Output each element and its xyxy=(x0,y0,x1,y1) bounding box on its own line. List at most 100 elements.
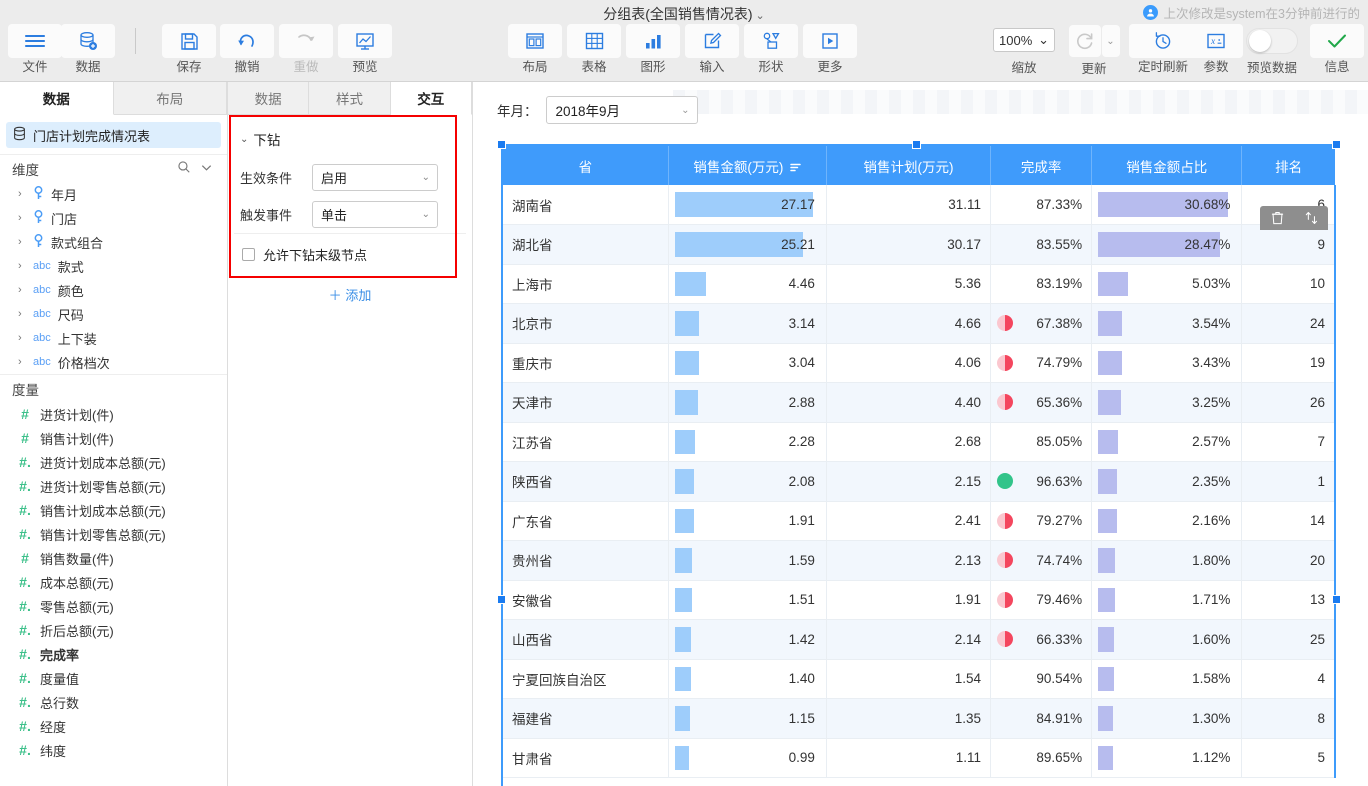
dimension-item[interactable]: ›款式组合 xyxy=(0,230,227,254)
table-row[interactable]: 湖南省27.1731.1187.33%30.68%6 xyxy=(503,185,1335,225)
tab-props-style[interactable]: 样式 xyxy=(309,82,390,115)
dimension-item[interactable]: ›年月 xyxy=(0,182,227,206)
cell-completion-rate[interactable]: 83.55% xyxy=(991,225,1092,265)
cell-province[interactable]: 甘肃省 xyxy=(503,738,668,778)
chevron-right-icon[interactable]: › xyxy=(18,332,26,344)
cell-sales-amount[interactable]: 1.59 xyxy=(668,541,826,581)
cell-completion-rate[interactable]: 79.46% xyxy=(991,580,1092,620)
measure-item[interactable]: #.进货计划成本总额(元) xyxy=(0,450,227,474)
cell-completion-rate[interactable]: 66.33% xyxy=(991,620,1092,660)
cell-sales-amount[interactable]: 3.04 xyxy=(668,343,826,383)
cell-sales-share[interactable]: 1.58% xyxy=(1092,659,1242,699)
allow-drill-leaf-checkbox[interactable]: 允许下钻末级节点 xyxy=(228,234,472,274)
toolbar-file-button[interactable]: 文件 xyxy=(8,24,62,74)
cell-sales-amount[interactable]: 3.14 xyxy=(668,304,826,344)
cell-rank[interactable]: 4 xyxy=(1242,659,1335,699)
measure-item[interactable]: #销售计划(件) xyxy=(0,426,227,450)
cell-sales-plan[interactable]: 4.66 xyxy=(826,304,990,344)
cell-sales-share[interactable]: 1.60% xyxy=(1092,620,1242,660)
cell-rank[interactable]: 14 xyxy=(1242,501,1335,541)
checkbox-icon[interactable] xyxy=(242,248,255,261)
toolbar-shape-button[interactable]: 形状 xyxy=(744,24,798,74)
measure-item[interactable]: #.纬度 xyxy=(0,738,227,762)
measure-item[interactable]: #.零售总额(元) xyxy=(0,594,227,618)
col-sales-amount[interactable]: 销售金额(万元) xyxy=(668,146,826,185)
cell-rank[interactable]: 5 xyxy=(1242,738,1335,778)
cell-sales-amount[interactable]: 1.51 xyxy=(668,580,826,620)
measure-item[interactable]: #.销售计划成本总额(元) xyxy=(0,498,227,522)
resize-handle-tc[interactable] xyxy=(912,140,921,149)
refresh-icon[interactable] xyxy=(1069,25,1101,57)
cell-sales-amount[interactable]: 1.40 xyxy=(668,659,826,699)
chevron-down-icon[interactable] xyxy=(195,161,217,177)
toolbar-layout-button[interactable]: 布局 xyxy=(508,24,562,74)
cell-rank[interactable]: 10 xyxy=(1242,264,1335,304)
chevron-right-icon[interactable]: › xyxy=(18,260,26,272)
cell-completion-rate[interactable]: 90.54% xyxy=(991,659,1092,699)
resize-handle-tr[interactable] xyxy=(1332,140,1341,149)
toolbar-chart-button[interactable]: 图形 xyxy=(626,24,680,74)
cell-completion-rate[interactable]: 67.38% xyxy=(991,304,1092,344)
cell-sales-amount[interactable]: 4.46 xyxy=(668,264,826,304)
cell-rank[interactable]: 8 xyxy=(1242,699,1335,739)
measure-item[interactable]: #.进货计划零售总额(元) xyxy=(0,474,227,498)
cell-sales-amount[interactable]: 27.17 xyxy=(668,185,826,225)
cell-completion-rate[interactable]: 74.74% xyxy=(991,541,1092,581)
toolbar-input-button[interactable]: 输入 xyxy=(685,24,739,74)
cell-sales-share[interactable]: 1.30% xyxy=(1092,699,1242,739)
cell-sales-plan[interactable]: 1.11 xyxy=(826,738,990,778)
cell-sales-plan[interactable]: 5.36 xyxy=(826,264,990,304)
table-row[interactable]: 江苏省2.282.6885.05%2.57%7 xyxy=(503,422,1335,462)
cell-sales-share[interactable]: 2.16% xyxy=(1092,501,1242,541)
delete-icon[interactable] xyxy=(1265,208,1289,228)
cell-sales-share[interactable]: 2.57% xyxy=(1092,422,1242,462)
cell-sales-plan[interactable]: 30.17 xyxy=(826,225,990,265)
cell-province[interactable]: 上海市 xyxy=(503,264,668,304)
toolbar-info-button[interactable]: 信息 xyxy=(1310,24,1364,74)
measure-item[interactable]: #.折后总额(元) xyxy=(0,618,227,642)
cell-sales-amount[interactable]: 2.88 xyxy=(668,383,826,423)
table-row[interactable]: 陕西省2.082.1596.63%2.35%1 xyxy=(503,462,1335,502)
cell-completion-rate[interactable]: 74.79% xyxy=(991,343,1092,383)
cell-sales-share[interactable]: 30.68% xyxy=(1092,185,1242,225)
table-row[interactable]: 甘肃省0.991.1189.65%1.12%5 xyxy=(503,738,1335,778)
dimension-item[interactable]: ›门店 xyxy=(0,206,227,230)
cell-rank[interactable]: 7 xyxy=(1242,422,1335,462)
table-row[interactable]: 山西省1.422.1466.33%1.60%25 xyxy=(503,620,1335,660)
cell-rank[interactable]: 24 xyxy=(1242,304,1335,344)
table-row[interactable]: 福建省1.151.3584.91%1.30%8 xyxy=(503,699,1335,739)
table-row[interactable]: 广东省1.912.4179.27%2.16%14 xyxy=(503,501,1335,541)
cell-province[interactable]: 陕西省 xyxy=(503,462,668,502)
cell-province[interactable]: 北京市 xyxy=(503,304,668,344)
cell-sales-plan[interactable]: 4.06 xyxy=(826,343,990,383)
chevron-right-icon[interactable]: › xyxy=(18,284,26,296)
table-row[interactable]: 安徽省1.511.9179.46%1.71%13 xyxy=(503,580,1335,620)
table-row[interactable]: 天津市2.884.4065.36%3.25%26 xyxy=(503,383,1335,423)
tab-props-data[interactable]: 数据 xyxy=(228,82,309,115)
measure-item[interactable]: #.销售计划零售总额(元) xyxy=(0,522,227,546)
cell-completion-rate[interactable]: 85.05% xyxy=(991,422,1092,462)
cell-completion-rate[interactable]: 65.36% xyxy=(991,383,1092,423)
measure-item[interactable]: #进货计划(件) xyxy=(0,402,227,426)
chevron-right-icon[interactable]: › xyxy=(18,236,26,248)
table-row[interactable]: 北京市3.144.6667.38%3.54%24 xyxy=(503,304,1335,344)
cell-province[interactable]: 湖北省 xyxy=(503,225,668,265)
toolbar-data-button[interactable]: 数据 xyxy=(61,24,115,74)
toggle-switch[interactable] xyxy=(1246,28,1298,54)
cell-sales-plan[interactable]: 1.35 xyxy=(826,699,990,739)
cell-rank[interactable]: 9 xyxy=(1242,225,1335,265)
toolbar-table-button[interactable]: 表格 xyxy=(567,24,621,74)
cell-province[interactable]: 天津市 xyxy=(503,383,668,423)
cell-sales-plan[interactable]: 2.15 xyxy=(826,462,990,502)
cell-province[interactable]: 宁夏回族自治区 xyxy=(503,659,668,699)
cell-sales-amount[interactable]: 2.28 xyxy=(668,422,826,462)
cell-sales-amount[interactable]: 0.99 xyxy=(668,738,826,778)
chevron-down-icon[interactable]: ⌄ xyxy=(1102,25,1120,57)
cell-rank[interactable]: 25 xyxy=(1242,620,1335,660)
toolbar-preview-button[interactable]: 预览 xyxy=(338,24,392,74)
cell-sales-share[interactable]: 3.43% xyxy=(1092,343,1242,383)
cell-sales-plan[interactable]: 31.11 xyxy=(826,185,990,225)
cell-sales-share[interactable]: 1.71% xyxy=(1092,580,1242,620)
resize-handle-ml[interactable] xyxy=(497,595,506,604)
measure-item-completion-rate[interactable]: #.完成率 xyxy=(0,642,227,666)
